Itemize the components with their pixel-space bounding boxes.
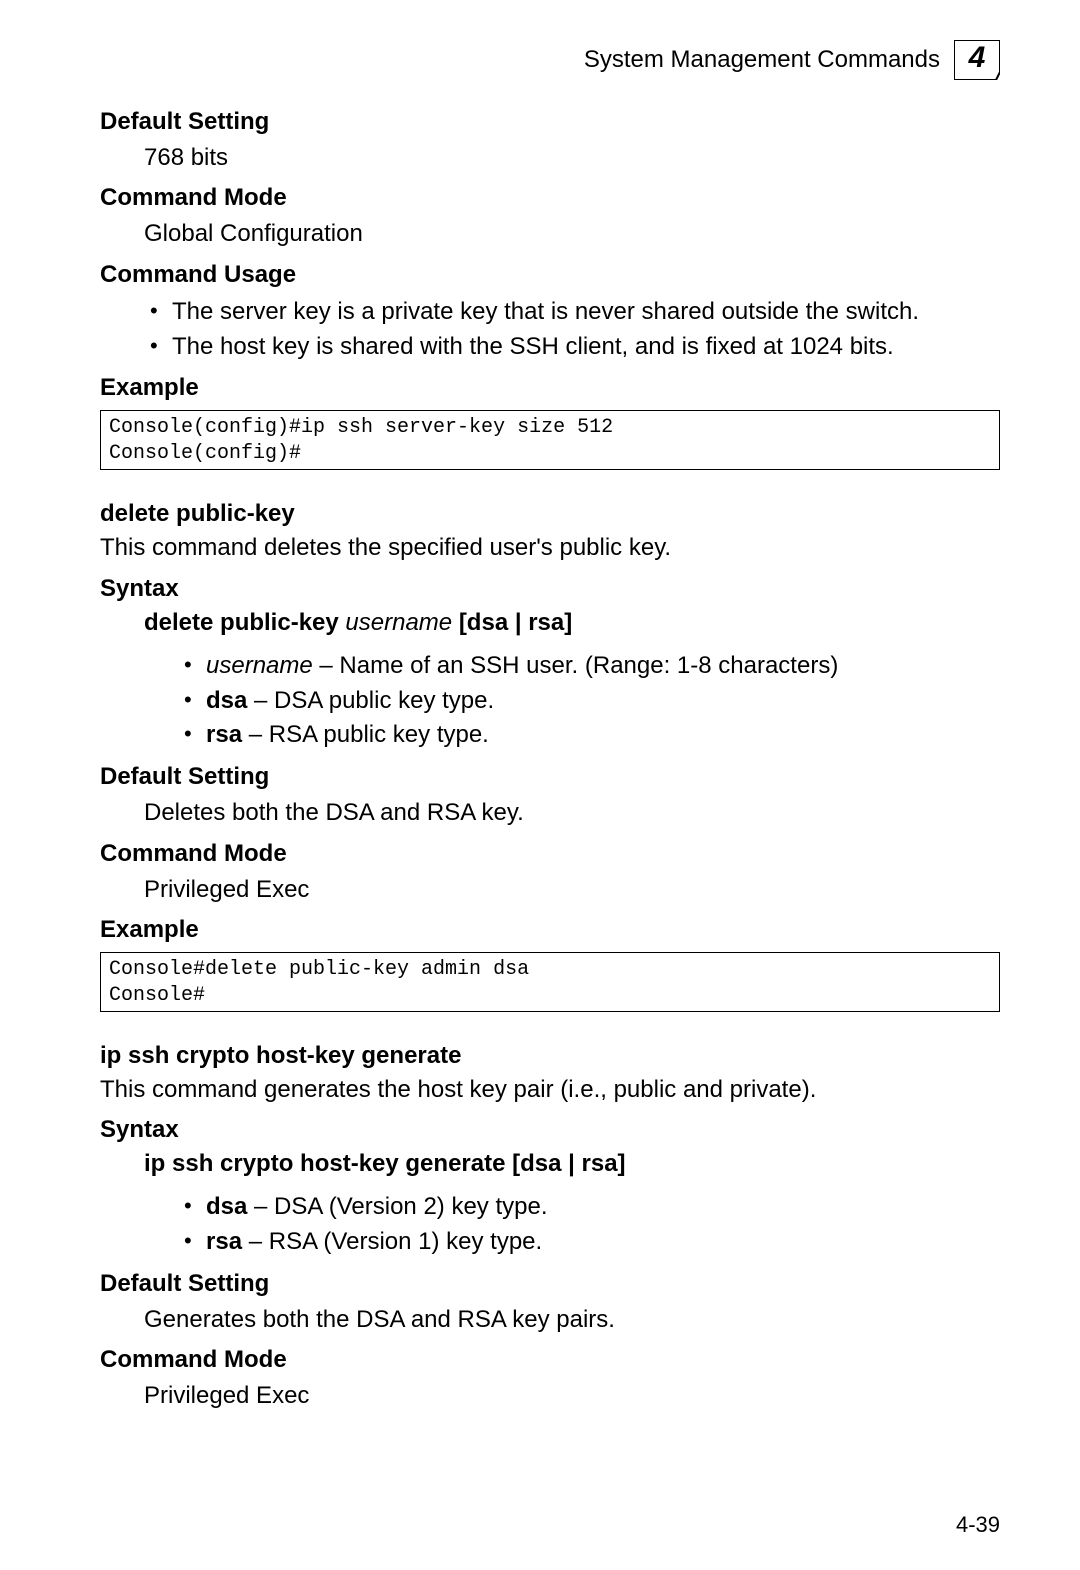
default-setting-heading: Default Setting: [100, 763, 1000, 791]
param-desc: – DSA (Version 2) key type.: [247, 1193, 547, 1220]
param-desc: – DSA public key type.: [247, 687, 494, 714]
syntax-keyword: delete public-key: [144, 609, 339, 636]
chapter-number: 4: [969, 41, 986, 75]
example-heading: Example: [100, 374, 1000, 402]
command-mode-heading: Command Mode: [100, 184, 1000, 212]
default-setting-value: Generates both the DSA and RSA key pairs…: [144, 1304, 1000, 1336]
default-setting-heading: Default Setting: [100, 108, 1000, 136]
command-mode-value: Privileged Exec: [144, 1380, 1000, 1412]
command-mode-heading: Command Mode: [100, 840, 1000, 868]
param-list: username – Name of an SSH user. (Range: …: [178, 649, 1000, 753]
default-setting-heading: Default Setting: [100, 1270, 1000, 1298]
param-name: username: [206, 652, 313, 679]
syntax-keyword: ip ssh crypto host-key generate: [144, 1150, 505, 1177]
param-name: rsa: [206, 1228, 242, 1255]
command-title: delete public-key: [100, 500, 1000, 528]
command-mode-value: Global Configuration: [144, 218, 1000, 250]
list-item: dsa – DSA (Version 2) key type.: [178, 1190, 1000, 1225]
param-list: dsa – DSA (Version 2) key type. rsa – RS…: [178, 1190, 1000, 1260]
param-desc: – RSA public key type.: [242, 721, 489, 748]
command-usage-list: The server key is a private key that is …: [144, 295, 1000, 365]
command-description: This command deletes the specified user'…: [100, 532, 1000, 564]
command-usage-heading: Command Usage: [100, 261, 1000, 289]
list-item: The host key is shared with the SSH clie…: [144, 330, 1000, 365]
param-name: dsa: [206, 1193, 247, 1220]
command-mode-value: Privileged Exec: [144, 874, 1000, 906]
list-item: rsa – RSA public key type.: [178, 718, 1000, 753]
command-description: This command generates the host key pair…: [100, 1074, 1000, 1106]
example-code-block: Console(config)#ip ssh server-key size 5…: [100, 410, 1000, 470]
command-title: ip ssh crypto host-key generate: [100, 1042, 1000, 1070]
page-header: System Management Commands 4: [100, 40, 1000, 80]
list-item: username – Name of an SSH user. (Range: …: [178, 649, 1000, 684]
page: System Management Commands 4 Default Set…: [0, 0, 1080, 1570]
default-setting-value: Deletes both the DSA and RSA key.: [144, 797, 1000, 829]
syntax-heading: Syntax: [100, 1116, 1000, 1144]
syntax-heading: Syntax: [100, 575, 1000, 603]
example-heading: Example: [100, 916, 1000, 944]
syntax-options: [dsa | rsa]: [459, 609, 572, 636]
list-item: dsa – DSA public key type.: [178, 684, 1000, 719]
syntax-param: username: [345, 609, 452, 636]
example-code-block: Console#delete public-key admin dsa Cons…: [100, 952, 1000, 1012]
command-mode-heading: Command Mode: [100, 1346, 1000, 1374]
param-desc: – Name of an SSH user. (Range: 1-8 chara…: [313, 652, 839, 679]
list-item: The server key is a private key that is …: [144, 295, 1000, 330]
param-name: rsa: [206, 721, 242, 748]
default-setting-value: 768 bits: [144, 142, 1000, 174]
page-number: 4-39: [956, 1512, 1000, 1538]
param-name: dsa: [206, 687, 247, 714]
chapter-badge-icon: 4: [954, 40, 1000, 80]
param-desc: – RSA (Version 1) key type.: [242, 1228, 542, 1255]
header-title: System Management Commands: [584, 46, 940, 74]
syntax-line: delete public-key username [dsa | rsa]: [144, 609, 1000, 637]
list-item: rsa – RSA (Version 1) key type.: [178, 1225, 1000, 1260]
syntax-options: [dsa | rsa]: [512, 1150, 625, 1177]
syntax-line: ip ssh crypto host-key generate [dsa | r…: [144, 1150, 1000, 1178]
